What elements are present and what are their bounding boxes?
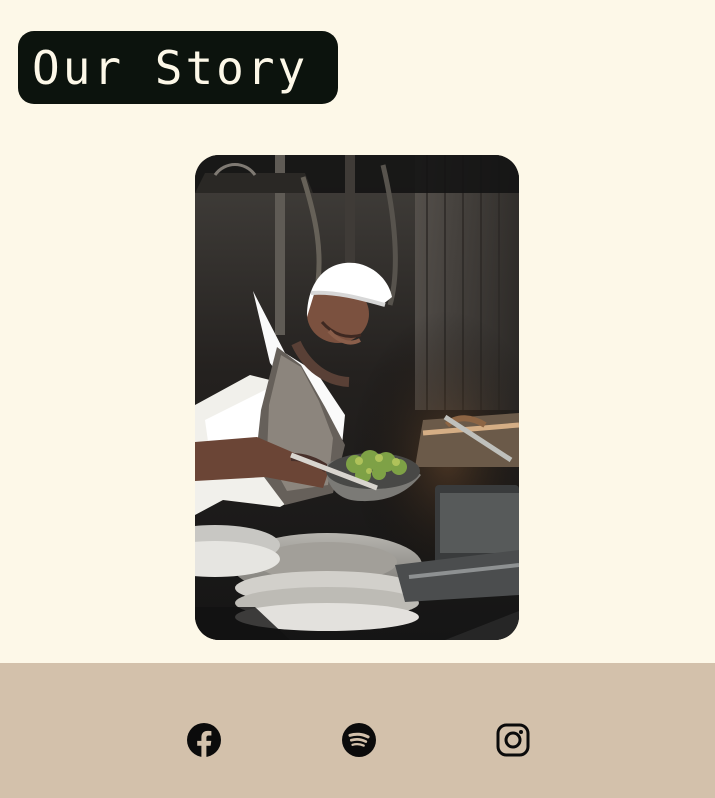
chef-cooking-photo <box>195 155 519 640</box>
page: Our Story <box>0 0 715 798</box>
spotify-link[interactable] <box>341 722 377 758</box>
spotify-icon <box>342 723 376 757</box>
page-title-badge: Our Story <box>18 31 338 104</box>
chef-cooking-image <box>195 155 519 640</box>
facebook-icon <box>187 723 221 758</box>
page-title: Our Story <box>32 40 309 95</box>
facebook-link[interactable] <box>186 722 222 758</box>
instagram-icon <box>496 723 530 757</box>
instagram-link[interactable] <box>495 722 531 758</box>
